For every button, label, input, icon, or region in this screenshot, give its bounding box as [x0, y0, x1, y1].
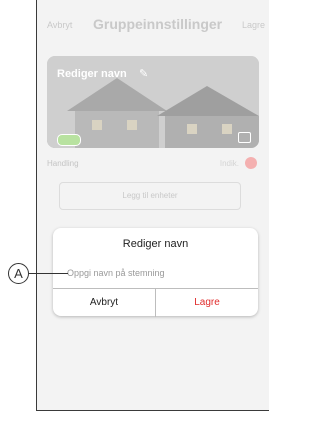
group-toggle[interactable]: [57, 134, 81, 146]
action-status: Indik.: [219, 159, 239, 168]
globe-icon[interactable]: [245, 157, 257, 169]
rename-dialog: Rediger navn Avbryt Lagre: [53, 228, 258, 317]
action-label: Handling: [47, 159, 79, 168]
phone-screen: Avbryt Gruppeinnstillinger Lagre Rediger…: [36, 0, 269, 411]
header-cancel-button[interactable]: Avbryt: [47, 20, 72, 30]
page-title: Gruppeinnstillinger: [93, 16, 223, 32]
image-icon[interactable]: [238, 132, 251, 143]
pencil-icon[interactable]: ✎: [139, 67, 148, 80]
add-device-button[interactable]: Legg til enheter: [59, 182, 241, 210]
dialog-cancel-button[interactable]: Avbryt: [53, 289, 156, 317]
dialog-button-row: Avbryt Lagre: [53, 288, 258, 317]
scene-name-input[interactable]: [67, 266, 227, 280]
top-bar: Avbryt Gruppeinnstillinger Lagre: [37, 16, 269, 36]
action-row: Handling Indik.: [47, 157, 259, 177]
header-save-button[interactable]: Lagre: [242, 20, 265, 30]
callout-marker: A: [8, 263, 29, 284]
edit-name-label[interactable]: Rediger navn: [57, 68, 127, 80]
callout-leader-line: [29, 273, 68, 274]
dialog-title: Rediger navn: [122, 238, 189, 250]
dialog-save-button[interactable]: Lagre: [156, 289, 258, 317]
group-image-card[interactable]: Rediger navn ✎: [47, 56, 259, 148]
